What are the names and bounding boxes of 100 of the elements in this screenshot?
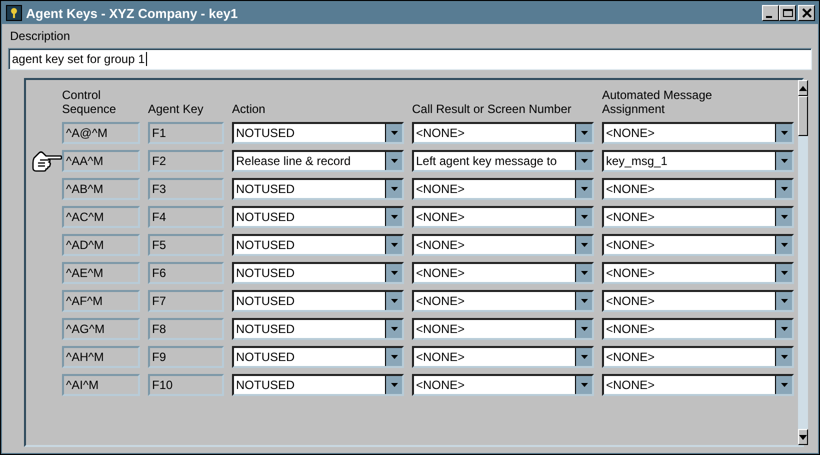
- caret-icon: [780, 187, 788, 191]
- agent-key-field: F2: [148, 150, 224, 172]
- scroll-down-button[interactable]: [798, 429, 808, 445]
- action-dropdown[interactable]: NOTUSED: [232, 206, 404, 228]
- action-dropdown[interactable]: NOTUSED: [232, 178, 404, 200]
- caret-icon: [390, 271, 398, 275]
- scroll-up-button[interactable]: [798, 80, 808, 96]
- call-result-dropdown[interactable]: <NONE>: [412, 374, 594, 396]
- caret-icon: [580, 131, 588, 135]
- caret-icon: [780, 271, 788, 275]
- close-icon: [800, 8, 812, 18]
- agent-key-field: F4: [148, 206, 224, 228]
- caret-icon: [780, 327, 788, 331]
- caret-icon: [780, 299, 788, 303]
- caret-icon: [780, 243, 788, 247]
- column-header: Control Sequence: [62, 88, 118, 116]
- agent-key-field: F10: [148, 374, 224, 396]
- caret-icon: [390, 327, 398, 331]
- action-dropdown[interactable]: NOTUSED: [232, 290, 404, 312]
- scrollbar[interactable]: [798, 80, 808, 445]
- description-label: Description: [10, 28, 72, 44]
- up-arrow-icon: [799, 86, 807, 90]
- call-result-dropdown[interactable]: <NONE>: [412, 318, 594, 340]
- action-dropdown[interactable]: NOTUSED: [232, 262, 404, 284]
- call-result-dropdown[interactable]: <NONE>: [412, 290, 594, 312]
- agent-key-field: F6: [148, 262, 224, 284]
- message-dropdown[interactable]: <NONE>: [602, 262, 794, 284]
- message-dropdown[interactable]: <NONE>: [602, 290, 794, 312]
- column-header: Automated Message Assignment: [602, 88, 714, 116]
- down-arrow-icon: [799, 434, 807, 440]
- caret-icon: [780, 383, 788, 387]
- action-dropdown[interactable]: NOTUSED: [232, 318, 404, 340]
- agent-key-field: F7: [148, 290, 224, 312]
- caret-icon: [780, 131, 788, 135]
- column-header: Call Result or Screen Number: [412, 102, 572, 116]
- caret-icon: [390, 243, 398, 247]
- caret-icon: [390, 159, 398, 163]
- sequence-field: ^A@^M: [62, 122, 140, 144]
- call-result-dropdown[interactable]: <NONE>: [412, 234, 594, 256]
- pointing-hand-icon: [32, 150, 62, 172]
- action-dropdown[interactable]: NOTUSED: [232, 234, 404, 256]
- sequence-field: ^AB^M: [62, 178, 140, 200]
- agent-key-field: F1: [148, 122, 224, 144]
- window-title: Agent Keys - XYZ Company - key1: [26, 6, 239, 20]
- caret-icon: [580, 187, 588, 191]
- call-result-dropdown[interactable]: Left agent key message to: [412, 150, 594, 172]
- caret-icon: [580, 159, 588, 163]
- call-result-dropdown[interactable]: <NONE>: [412, 262, 594, 284]
- call-result-dropdown[interactable]: <NONE>: [412, 206, 594, 228]
- call-result-dropdown[interactable]: <NONE>: [412, 346, 594, 368]
- caret-icon: [580, 271, 588, 275]
- caret-icon: [580, 215, 588, 219]
- close-button[interactable]: [798, 5, 815, 21]
- call-result-dropdown[interactable]: <NONE>: [412, 122, 594, 144]
- description-field[interactable]: agent key set for group 1: [8, 48, 812, 70]
- sequence-field: ^AH^M: [62, 346, 140, 368]
- maximize-icon: [782, 8, 794, 18]
- caret-icon: [390, 383, 398, 387]
- caret-icon: [580, 299, 588, 303]
- caret-icon: [780, 215, 788, 219]
- message-dropdown[interactable]: <NONE>: [602, 346, 794, 368]
- agent-key-field: F5: [148, 234, 224, 256]
- agent-key-field: F8: [148, 318, 224, 340]
- column-header: Action: [232, 102, 266, 116]
- sequence-field: ^AI^M: [62, 374, 140, 396]
- agent-key-field: F9: [148, 346, 224, 368]
- minimize-icon: [766, 16, 772, 18]
- caret-icon: [780, 159, 788, 163]
- agent-key-field: F3: [148, 178, 224, 200]
- message-dropdown[interactable]: <NONE>: [602, 234, 794, 256]
- call-result-dropdown[interactable]: <NONE>: [412, 178, 594, 200]
- action-dropdown[interactable]: NOTUSED: [232, 346, 404, 368]
- sequence-field: ^AE^M: [62, 262, 140, 284]
- caret-icon: [780, 355, 788, 359]
- caret-icon: [390, 355, 398, 359]
- caret-icon: [390, 131, 398, 135]
- minimize-button[interactable]: [762, 5, 779, 21]
- caret-icon: [580, 327, 588, 331]
- caret-icon: [390, 187, 398, 191]
- maximize-button[interactable]: [779, 5, 796, 21]
- caret-icon: [580, 383, 588, 387]
- caret-icon: [580, 355, 588, 359]
- column-header: Agent Key: [148, 102, 204, 116]
- action-dropdown[interactable]: Release line & record: [232, 150, 404, 172]
- message-dropdown[interactable]: key_msg_1: [602, 150, 794, 172]
- caret-icon: [390, 215, 398, 219]
- scroll-thumb[interactable]: [798, 96, 808, 136]
- caret-icon: [580, 243, 588, 247]
- message-dropdown[interactable]: <NONE>: [602, 206, 794, 228]
- caret-icon: [390, 299, 398, 303]
- message-dropdown[interactable]: <NONE>: [602, 178, 794, 200]
- action-dropdown[interactable]: NOTUSED: [232, 374, 404, 396]
- sequence-field: ^AD^M: [62, 234, 140, 256]
- message-dropdown[interactable]: <NONE>: [602, 374, 794, 396]
- sequence-field: ^AA^M: [62, 150, 140, 172]
- message-dropdown[interactable]: <NONE>: [602, 122, 794, 144]
- key-icon: [6, 5, 22, 21]
- message-dropdown[interactable]: <NONE>: [602, 318, 794, 340]
- action-dropdown[interactable]: NOTUSED: [232, 122, 404, 144]
- sequence-field: ^AG^M: [62, 318, 140, 340]
